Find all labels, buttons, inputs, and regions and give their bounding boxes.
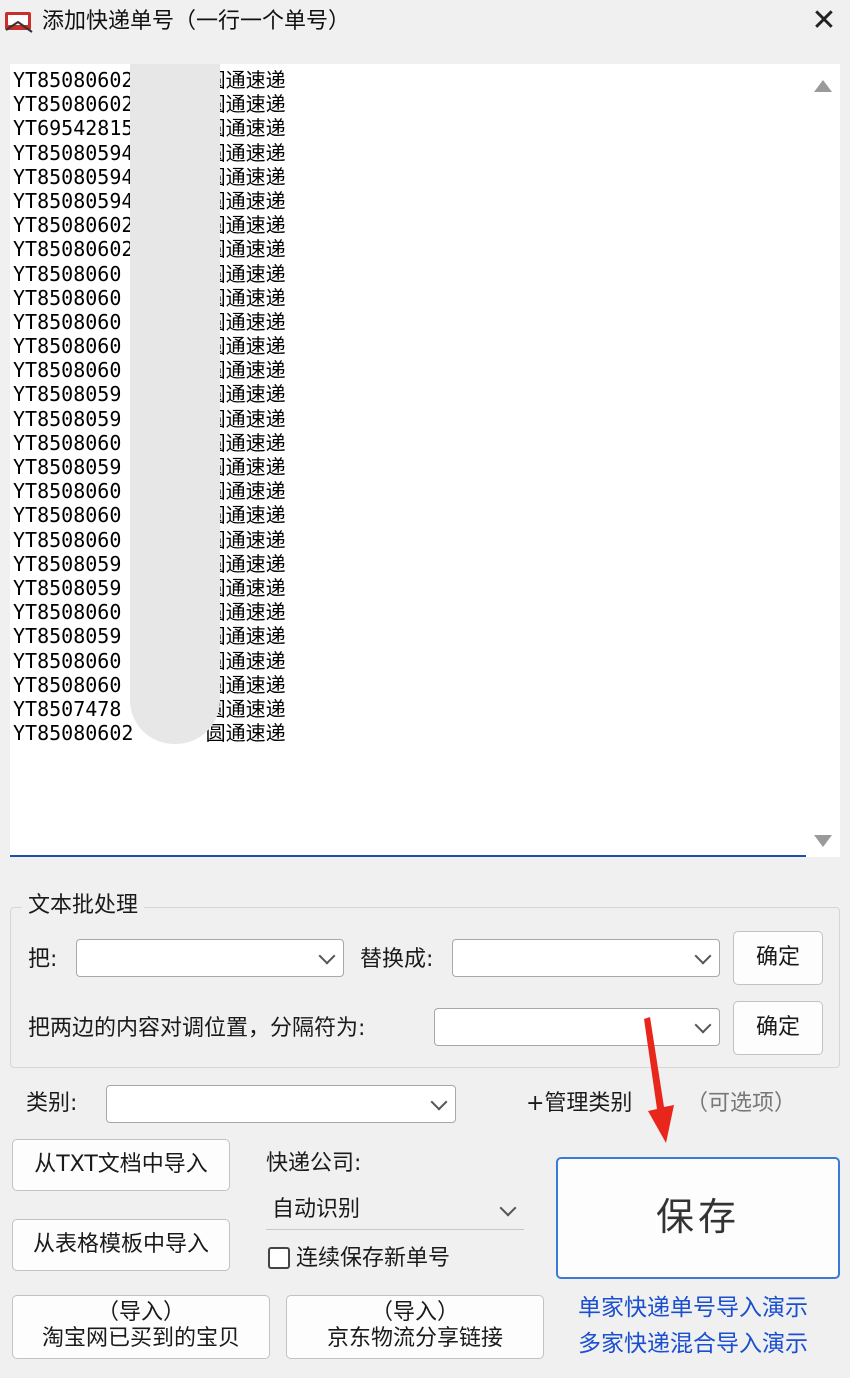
redacted-region	[130, 64, 220, 744]
scroll-up-icon[interactable]	[814, 80, 832, 92]
annotation-arrow-icon	[644, 1017, 674, 1143]
import-taobao-top-label: （导入）	[96, 1300, 185, 1325]
chevron-down-icon	[694, 1016, 712, 1034]
close-icon[interactable]: ✕	[798, 0, 850, 44]
replace-to-select[interactable]	[452, 939, 720, 977]
app-icon	[5, 12, 33, 33]
import-taobao-bottom-label: 淘宝网已买到的宝贝	[41, 1326, 240, 1351]
confirm-swap-button[interactable]: 确定	[733, 1001, 823, 1055]
courier-company-select[interactable]: 自动识别	[266, 1192, 524, 1230]
swap-label: 把两边的内容对调位置，分隔符为:	[28, 1016, 366, 1041]
optional-hint: （可选项）	[686, 1091, 797, 1116]
category-label: 类别:	[26, 1091, 78, 1116]
continuous-save-label: 连续保存新单号	[296, 1246, 451, 1271]
import-jd-top-label: （导入）	[370, 1300, 459, 1325]
import-template-button[interactable]: 从表格模板中导入	[12, 1219, 230, 1271]
courier-company-value: 自动识别	[272, 1197, 361, 1222]
textarea-scrollbar[interactable]	[806, 64, 840, 857]
save-button[interactable]: 保存	[556, 1157, 840, 1279]
window-title: 添加快递单号（一行一个单号）	[42, 9, 351, 34]
multi-courier-demo-link[interactable]: 多家快递混合导入演示	[578, 1328, 808, 1360]
continuous-save-checkbox[interactable]	[268, 1247, 290, 1269]
title-bar: 添加快递单号（一行一个单号） ✕	[0, 0, 850, 46]
confirm-replace-button[interactable]: 确定	[733, 931, 823, 985]
import-jd-button[interactable]: （导入） 京东物流分享链接	[286, 1295, 544, 1359]
manage-category-link[interactable]: +管理类别	[526, 1088, 632, 1120]
chevron-down-icon	[430, 1093, 448, 1111]
courier-company-label: 快递公司:	[266, 1151, 362, 1176]
replace-from-label: 把:	[28, 947, 58, 972]
replace-from-select[interactable]	[76, 939, 344, 977]
chevron-down-icon	[318, 947, 336, 965]
chevron-down-icon	[694, 947, 712, 965]
tracking-number-textarea[interactable]: YT850806020 圆通速递 YT850806022 圆通速递 YT695428…	[10, 64, 806, 857]
import-jd-bottom-label: 京东物流分享链接	[326, 1326, 503, 1351]
scroll-down-icon[interactable]	[814, 835, 832, 847]
batch-group-title: 文本批处理	[22, 890, 145, 922]
chevron-down-icon	[499, 1199, 517, 1217]
import-txt-button[interactable]: 从TXT文档中导入	[12, 1139, 230, 1191]
replace-to-label: 替换成:	[360, 947, 434, 972]
category-select[interactable]	[106, 1085, 456, 1123]
import-taobao-button[interactable]: （导入） 淘宝网已买到的宝贝	[12, 1295, 270, 1359]
single-courier-demo-link[interactable]: 单家快递单号导入演示	[578, 1292, 808, 1324]
